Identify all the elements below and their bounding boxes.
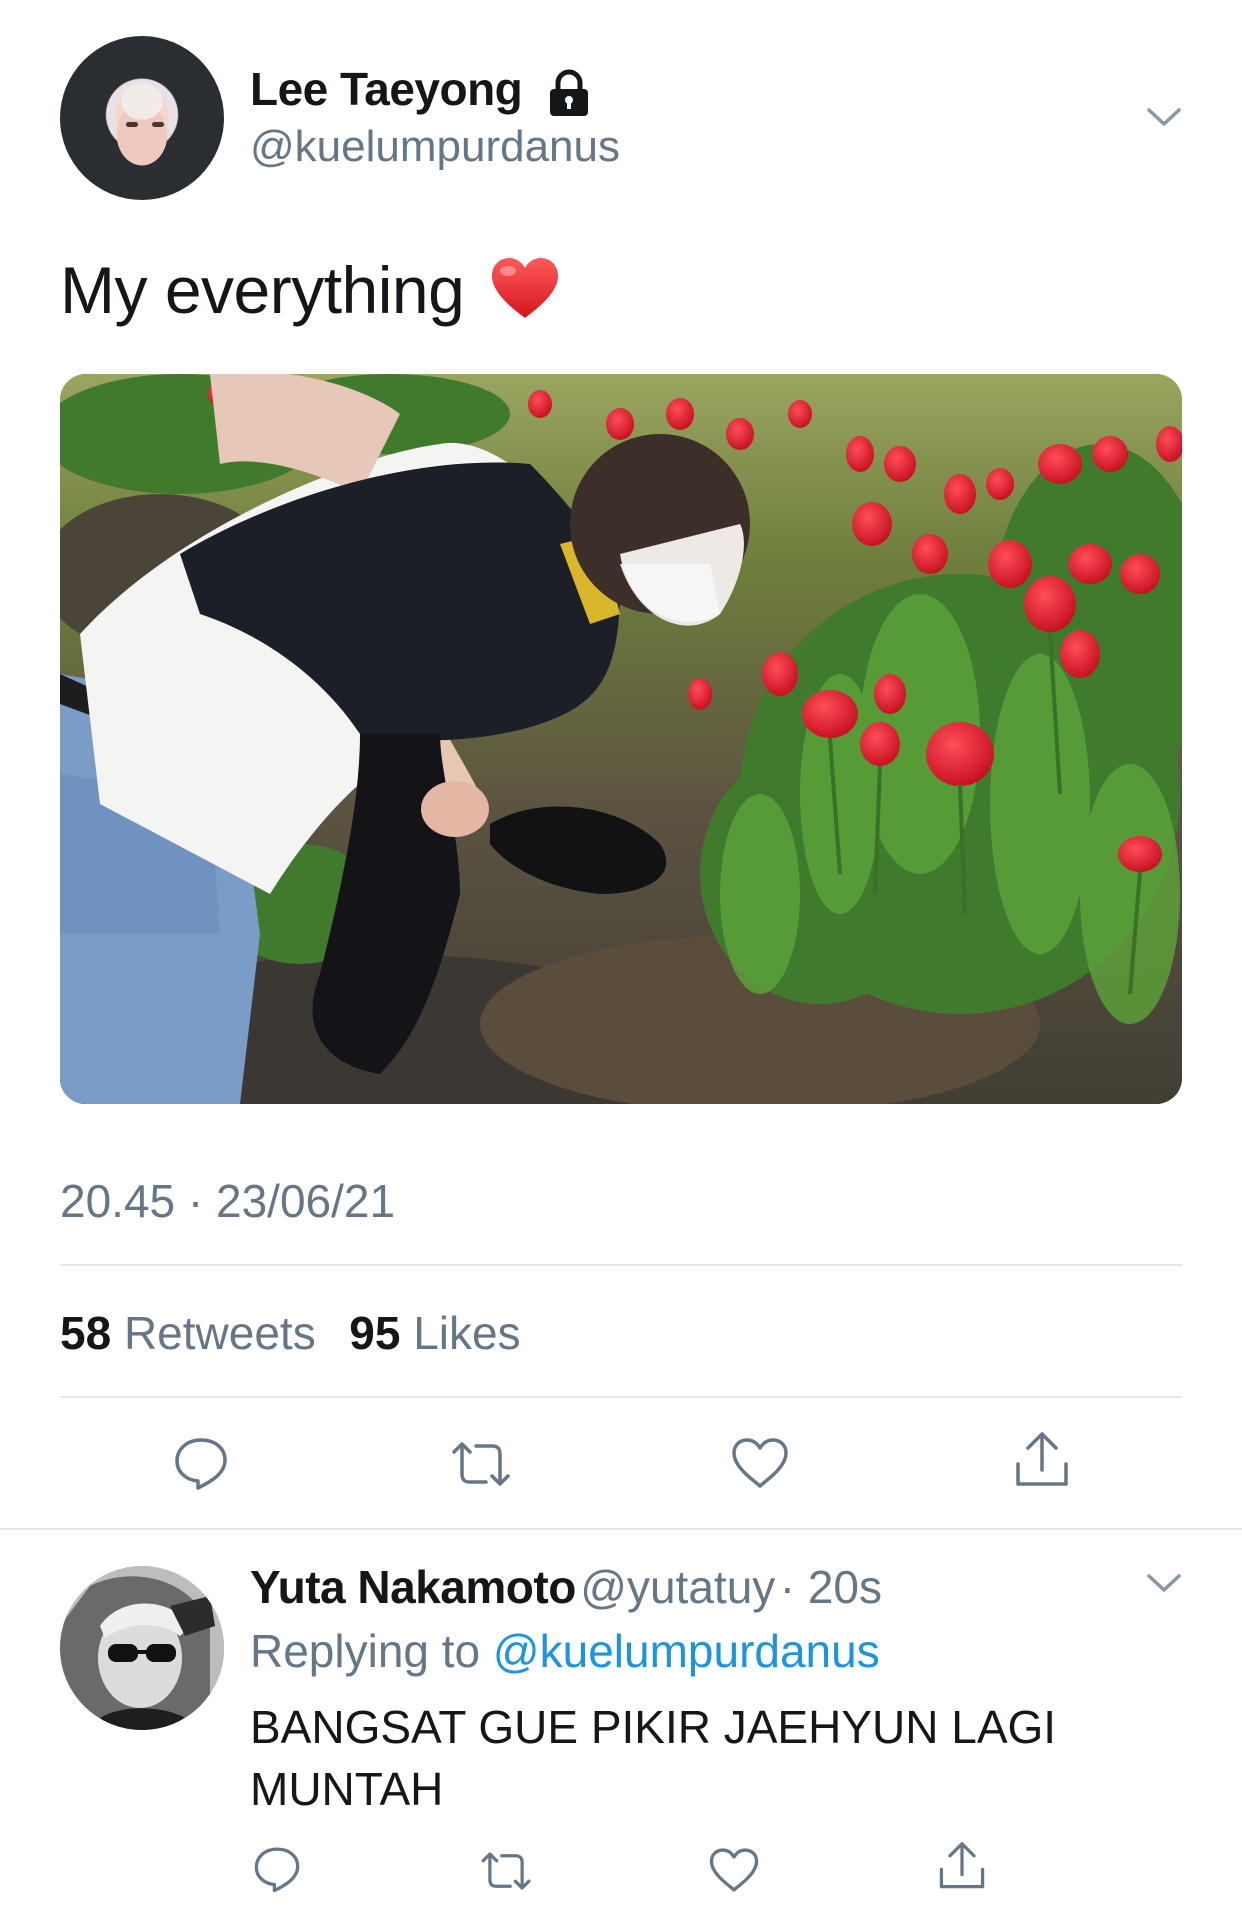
- reply-author-handle[interactable]: @yutatuy: [580, 1561, 775, 1613]
- retweet-icon[interactable]: [478, 1850, 534, 1892]
- retweets-count[interactable]: 58: [60, 1307, 111, 1359]
- replying-to-line: Replying to @kuelumpurdanus: [250, 1624, 880, 1678]
- avatar-face: [60, 36, 224, 200]
- reply-author-avatar[interactable]: [60, 1566, 224, 1730]
- chevron-down-icon[interactable]: [1146, 106, 1182, 128]
- author-avatar[interactable]: [60, 36, 224, 200]
- likes-count[interactable]: 95: [349, 1307, 400, 1359]
- likes-label[interactable]: Likes: [413, 1307, 520, 1359]
- section-divider: [0, 1528, 1242, 1530]
- reply-icon[interactable]: [172, 1434, 230, 1492]
- tweet-photo[interactable]: [60, 374, 1182, 1104]
- tweet-stats: 58 Retweets 95 Likes: [60, 1306, 521, 1360]
- share-icon[interactable]: [938, 1840, 986, 1892]
- tweet-timestamp[interactable]: 20.45 · 23/06/21: [60, 1174, 395, 1228]
- red-heart-emoji-icon: [492, 258, 558, 318]
- tweet-text: My everything: [60, 253, 465, 327]
- reply-text: BANGSAT GUE PIKIR JAEHYUN LAGI MUNTAH: [250, 1701, 1057, 1815]
- lock-icon: [550, 69, 588, 116]
- tulip-garden-photo: [60, 374, 1182, 1104]
- author-handle[interactable]: @kuelumpurdanus: [250, 122, 620, 172]
- like-icon[interactable]: [730, 1436, 790, 1490]
- share-icon[interactable]: [1014, 1430, 1070, 1490]
- replying-to-label: Replying to: [250, 1625, 481, 1677]
- like-icon[interactable]: [708, 1846, 760, 1894]
- replying-to-mention[interactable]: @kuelumpurdanus: [493, 1625, 880, 1677]
- divider: [60, 1396, 1182, 1398]
- retweet-icon[interactable]: [448, 1440, 514, 1488]
- reply-time[interactable]: · 20s: [780, 1561, 882, 1613]
- reply-author-display-name[interactable]: Yuta Nakamoto: [250, 1561, 576, 1613]
- author-display-name[interactable]: Lee Taeyong: [250, 62, 523, 116]
- retweets-label[interactable]: Retweets: [124, 1307, 316, 1359]
- reply-header: Yuta Nakamoto @yutatuy · 20s: [250, 1560, 882, 1614]
- chevron-down-icon[interactable]: [1146, 1572, 1182, 1594]
- reply-icon[interactable]: [252, 1844, 302, 1894]
- divider: [60, 1264, 1182, 1266]
- reply-avatar-photo: [60, 1566, 224, 1730]
